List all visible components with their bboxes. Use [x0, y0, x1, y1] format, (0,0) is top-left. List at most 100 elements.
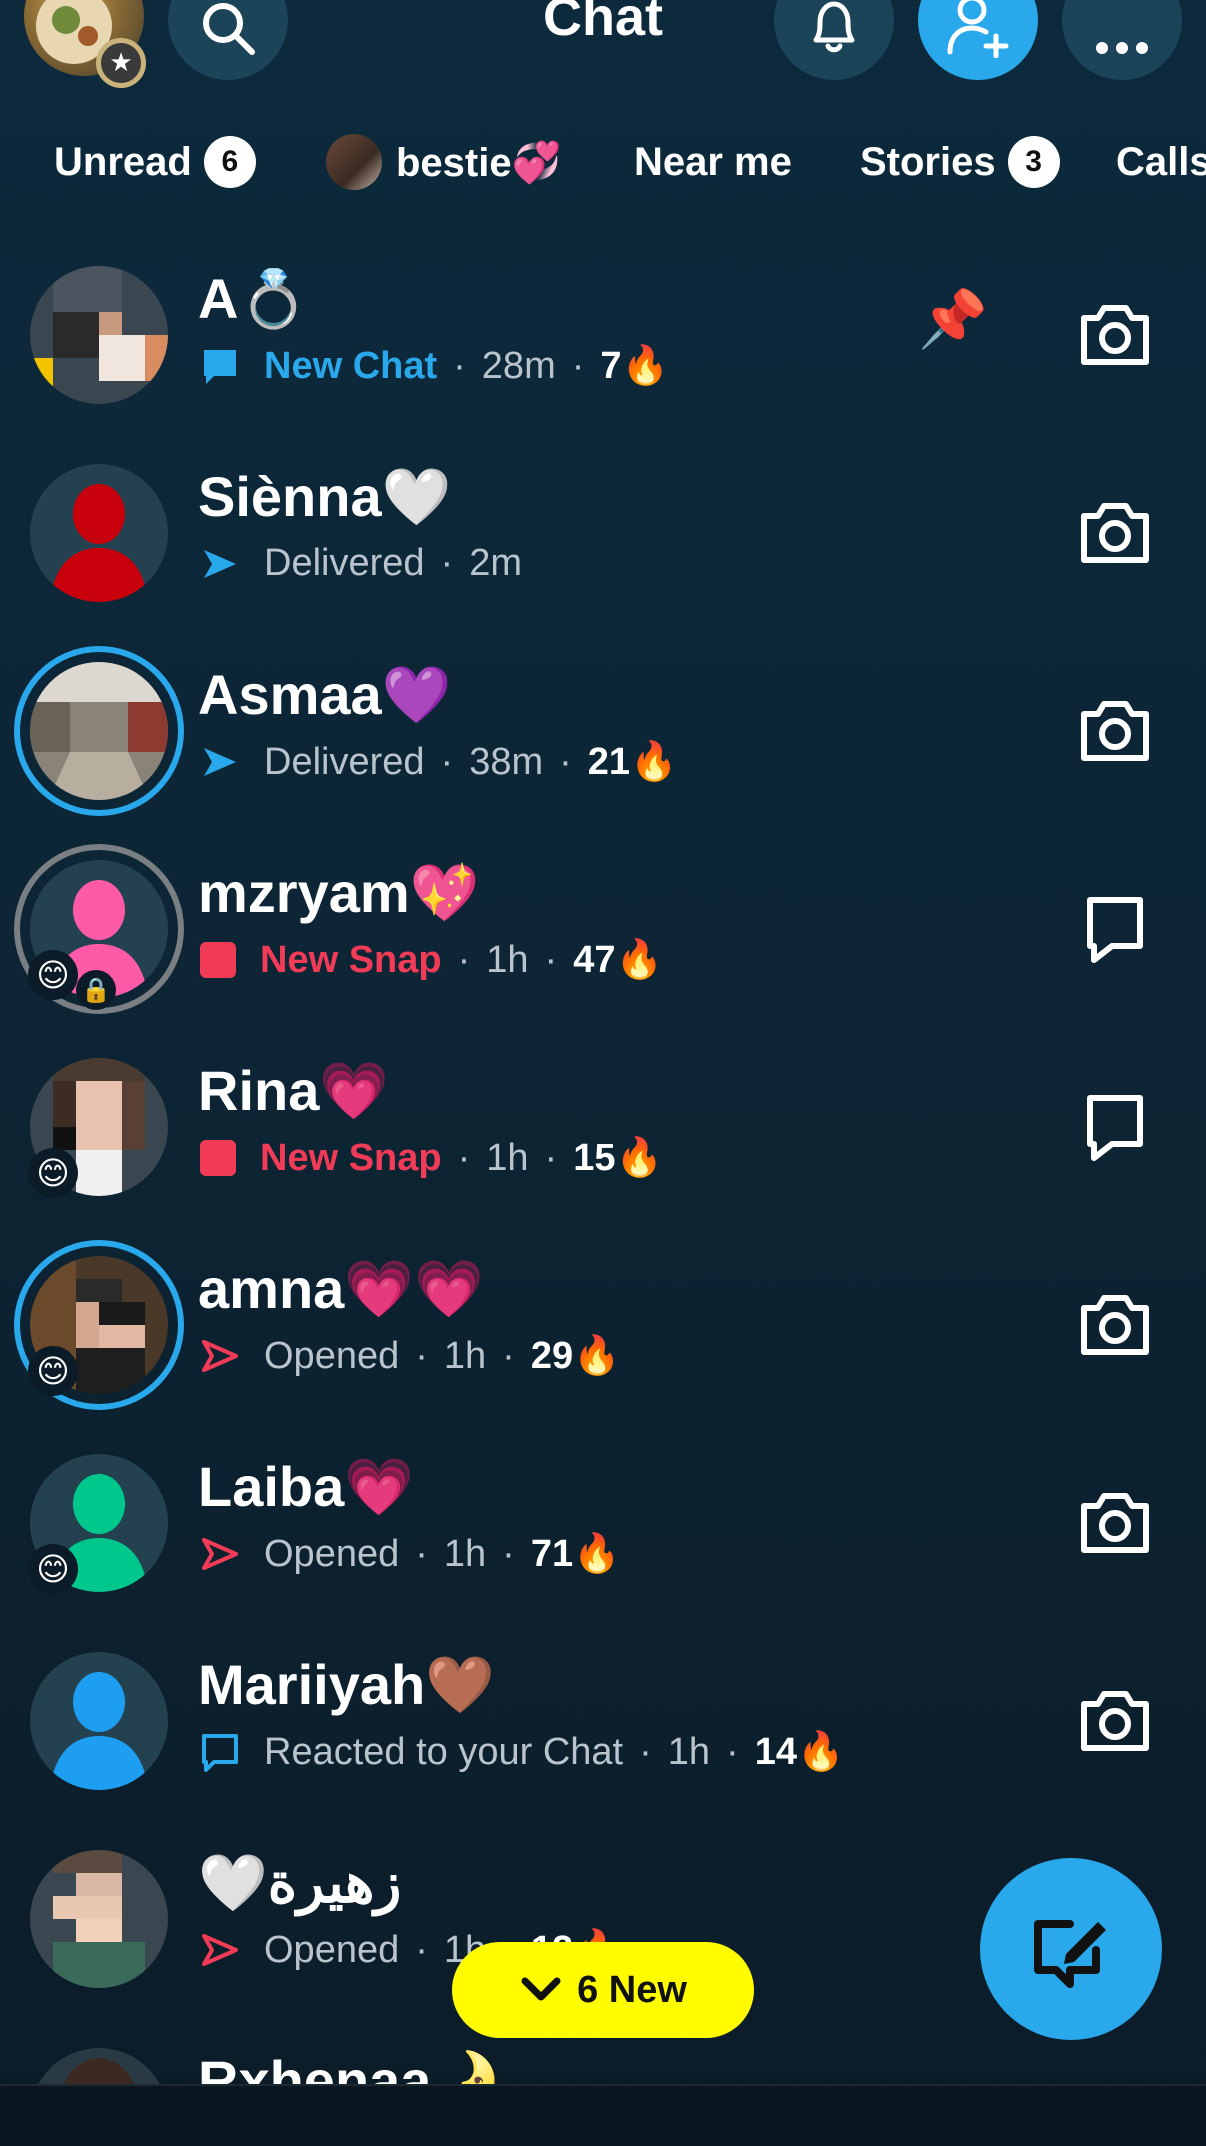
- chat-status: New Snap: [260, 1136, 442, 1179]
- chat-status: New Snap: [260, 938, 442, 981]
- add-friend-icon: [947, 0, 1009, 58]
- chat-time: 2m: [469, 542, 522, 584]
- chat-name: Siènna🤍: [198, 465, 452, 528]
- chat-status: Reacted to your Chat: [264, 1730, 624, 1773]
- pixelated-avatar: [30, 266, 168, 404]
- chat-name: Rina💗: [198, 1059, 390, 1122]
- chevron-down-icon: [521, 1977, 561, 2001]
- smile-emoji-badge: 😊: [28, 1346, 78, 1396]
- chat-row[interactable]: 😊 Laiba💗 Opened · 1h · 71🔥: [0, 1434, 1206, 1632]
- chat-status-line: New Snap · 1h · 15🔥: [200, 1136, 663, 1180]
- bell-icon: [813, 1, 855, 53]
- chat-row[interactable]: Asmaa💜 Delivered · 38m · 21🔥: [0, 642, 1206, 840]
- bitmoji-silhouette: [50, 1672, 148, 1790]
- new-messages-pill[interactable]: 6 New: [452, 1942, 754, 2038]
- avatar[interactable]: [30, 464, 168, 602]
- opened-arrow-icon: [202, 1538, 238, 1570]
- chat-status: Opened: [264, 1334, 400, 1377]
- compose-button[interactable]: [980, 1858, 1162, 2040]
- chat-status-line: Opened · 1h · 71🔥: [200, 1532, 620, 1576]
- chat-time: 1h: [486, 938, 529, 981]
- chat-name: amna💗💗: [198, 1257, 484, 1320]
- camera-icon[interactable]: [1076, 296, 1154, 374]
- chat-status: New Chat: [264, 344, 438, 387]
- new-chat-bubble-icon: [204, 350, 236, 384]
- streak-count: 14🔥: [754, 1731, 845, 1773]
- tab-label: Near me: [634, 139, 792, 184]
- chat-row[interactable]: A💍 📌 New Chat · 28m · 7🔥: [0, 246, 1206, 444]
- smile-emoji-badge: 😊: [28, 1148, 78, 1198]
- chat-row[interactable]: 😊 🔒 mzryam💖 New Snap · 1h · 47🔥: [0, 840, 1206, 1038]
- chat-time: 1h: [667, 1730, 711, 1773]
- chat-name: Mariiyah🤎: [198, 1653, 495, 1716]
- chat-name: Laiba💗: [198, 1455, 414, 1518]
- chat-time: 1h: [486, 1136, 529, 1179]
- new-snap-icon: [200, 1140, 236, 1176]
- more-button[interactable]: [1062, 0, 1182, 80]
- avatar[interactable]: [30, 2048, 168, 2084]
- bottom-bar: [0, 2084, 1206, 2146]
- tab-stories[interactable]: Stories 3: [860, 130, 1060, 194]
- smile-emoji-badge: 😊: [28, 1544, 78, 1594]
- opened-arrow-icon: [202, 1934, 238, 1966]
- camera-icon[interactable]: [1076, 1484, 1154, 1562]
- streak-count: 71🔥: [530, 1533, 621, 1575]
- streak-count: 7🔥: [600, 345, 669, 387]
- tab-label: Stories: [860, 139, 996, 184]
- chat-bubble-icon[interactable]: [1076, 890, 1154, 968]
- lock-icon: 🔒: [76, 970, 116, 1010]
- camera-icon[interactable]: [1076, 1682, 1154, 1760]
- stories-count-badge: 3: [1007, 136, 1060, 188]
- chat-status: Delivered: [264, 542, 425, 584]
- bitmoji-silhouette: [50, 484, 148, 602]
- chat-name: mzryam💖: [198, 861, 480, 924]
- streak-count: 21🔥: [587, 741, 678, 783]
- avatar[interactable]: [30, 662, 168, 800]
- chat-row[interactable]: Mariiyah🤎 Reacted to your Chat · 1h · 14…: [0, 1632, 1206, 1830]
- notifications-button[interactable]: [774, 0, 894, 80]
- streak-count: 15🔥: [573, 1137, 663, 1179]
- tab-calls[interactable]: Calls: [1116, 130, 1206, 194]
- chat-status-line: Delivered · 2m: [200, 542, 522, 585]
- chat-time: 1h: [443, 1532, 487, 1575]
- pixelated-avatar: [30, 1850, 168, 1988]
- chat-time: 38m: [469, 740, 544, 783]
- camera-icon[interactable]: [1076, 494, 1154, 572]
- more-icon: [1096, 42, 1148, 54]
- new-pill-label: 6 New: [577, 1968, 687, 2011]
- add-friend-button[interactable]: [918, 0, 1038, 80]
- tab-near-me[interactable]: Near me: [634, 130, 792, 194]
- chat-status: Delivered: [264, 740, 425, 783]
- pin-icon: 📌: [918, 287, 988, 352]
- avatar[interactable]: [30, 266, 168, 404]
- delivered-arrow-icon: [204, 748, 236, 776]
- avatar-photo: [30, 662, 168, 800]
- chat-row[interactable]: 😊 amna💗💗 Opened · 1h · 29🔥: [0, 1236, 1206, 1434]
- bestie-avatar: [326, 134, 382, 190]
- camera-icon[interactable]: [1076, 692, 1154, 770]
- chat-status-line: Opened · 1h · 29🔥: [200, 1334, 620, 1378]
- chat-name: 🤍زهيرة: [198, 1851, 402, 1914]
- unread-count-badge: 6: [203, 136, 256, 188]
- smile-emoji-badge: 😊: [28, 950, 78, 1000]
- tab-bestie[interactable]: bestie💞: [326, 130, 561, 194]
- chat-status-line: Delivered · 38m · 21🔥: [200, 740, 677, 784]
- new-snap-icon: [200, 942, 236, 978]
- tab-unread[interactable]: Unread 6: [54, 130, 256, 194]
- opened-arrow-icon: [202, 1340, 238, 1372]
- avatar[interactable]: [30, 1652, 168, 1790]
- avatar[interactable]: [30, 1850, 168, 1988]
- avatar-photo: [30, 2048, 168, 2084]
- streak-count: 47🔥: [573, 939, 663, 981]
- chat-row[interactable]: 😊 Rina💗 New Snap · 1h · 15🔥: [0, 1038, 1206, 1236]
- chat-name: Asmaa💜: [198, 663, 452, 726]
- compose-icon: [1034, 1920, 1106, 1988]
- chat-time: 28m: [481, 344, 556, 387]
- reacted-chat-icon: [202, 1734, 238, 1772]
- tab-label: bestie💞: [396, 140, 562, 185]
- tab-label: Calls: [1116, 139, 1206, 184]
- chat-status: Opened: [264, 1928, 400, 1971]
- chat-row[interactable]: Siènna🤍 Delivered · 2m: [0, 444, 1206, 642]
- chat-bubble-icon[interactable]: [1076, 1088, 1154, 1166]
- camera-icon[interactable]: [1076, 1286, 1154, 1364]
